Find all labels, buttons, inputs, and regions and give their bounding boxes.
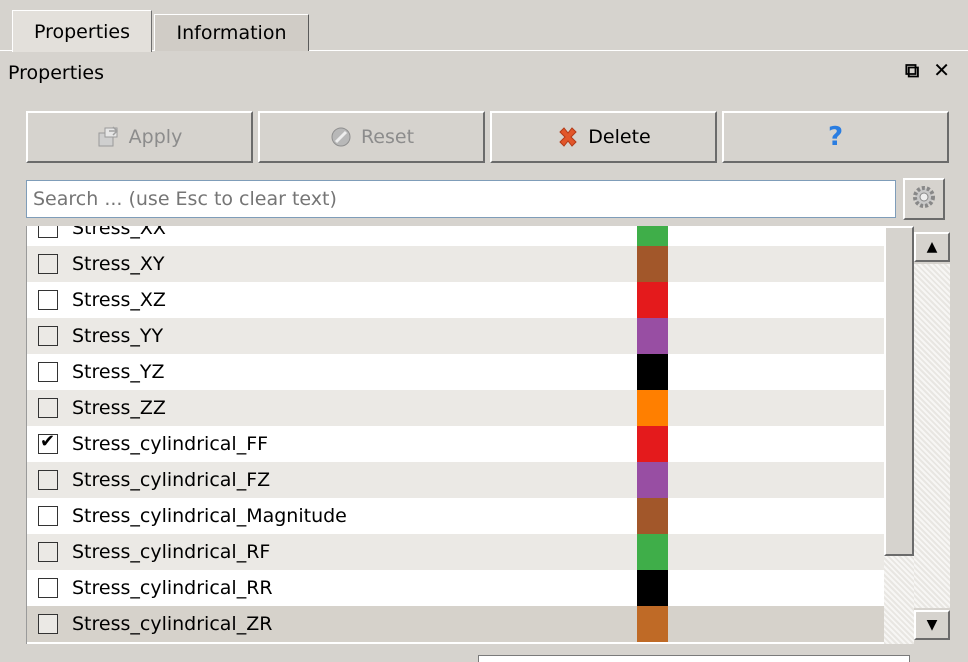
array-checkbox[interactable] [38, 470, 58, 490]
float-icon[interactable]: ⧉ [905, 58, 919, 82]
tab-information-label: Information [176, 22, 287, 44]
list-item[interactable]: Stress_cylindrical_ZR [27, 606, 884, 642]
array-checkbox[interactable] [38, 614, 58, 634]
color-swatch[interactable] [637, 498, 668, 534]
color-swatch[interactable] [637, 390, 668, 426]
list-item[interactable]: Stress_YZ [27, 354, 884, 390]
array-name-label: Stress_YY [72, 325, 164, 347]
color-swatch[interactable] [637, 354, 668, 390]
list-item[interactable]: Stress_cylindrical_RR [27, 570, 884, 606]
scroll-up-icon: ▲ [926, 239, 938, 255]
help-button[interactable]: ? [722, 111, 949, 163]
scroll-down-icon: ▼ [926, 617, 938, 633]
color-swatch[interactable] [637, 282, 668, 318]
array-name-label: Stress_cylindrical_RR [72, 577, 273, 599]
dock-controls: ⧉ ✕ [905, 58, 950, 82]
array-checkbox[interactable] [38, 431, 58, 454]
dock-title: Properties [8, 62, 105, 84]
help-question-icon: ? [827, 122, 844, 152]
array-name-label: Stress_YZ [72, 361, 165, 383]
bottom-field[interactable] [478, 655, 910, 662]
reset-button[interactable]: Reset [258, 111, 485, 163]
delete-x-icon [556, 125, 580, 149]
array-name-label: Stress_cylindrical_RF [72, 541, 271, 563]
array-rows: Stress_XX Stress_XY Stress_XZ Stress_YY Stre… [27, 226, 884, 642]
array-checkbox[interactable] [38, 398, 58, 418]
apply-button[interactable]: Apply [26, 111, 253, 163]
tab-information[interactable]: Information [154, 14, 309, 51]
scroll-down-button[interactable]: ▼ [914, 610, 950, 640]
properties-panel: Properties Information Properties ⧉ ✕ Ap… [0, 0, 968, 662]
search-input[interactable] [26, 180, 896, 218]
array-name-label: Stress_ZZ [72, 397, 166, 419]
color-swatch[interactable] [637, 462, 668, 498]
color-swatch[interactable] [637, 606, 668, 642]
list-item[interactable]: Stress_YY [27, 318, 884, 354]
array-checkbox[interactable] [38, 254, 58, 274]
color-swatch[interactable] [637, 318, 668, 354]
tab-properties[interactable]: Properties [12, 10, 152, 52]
reset-label: Reset [360, 126, 415, 148]
array-name-label: Stress_cylindrical_Magnitude [72, 505, 347, 527]
list-item[interactable]: Stress_cylindrical_FF [27, 426, 884, 462]
tab-strip: Properties Information [0, 0, 968, 52]
delete-button[interactable]: Delete [490, 111, 717, 163]
array-name-label: Stress_XY [72, 253, 165, 275]
delete-label: Delete [588, 126, 651, 148]
color-swatch[interactable] [637, 570, 668, 606]
array-name-label: Stress_cylindrical_ZR [72, 613, 273, 635]
array-checkbox[interactable] [38, 326, 58, 346]
array-checkbox[interactable] [38, 542, 58, 562]
color-swatch[interactable] [637, 534, 668, 570]
scroll-up-button[interactable]: ▲ [914, 232, 950, 262]
array-name-label: Stress_XX [72, 226, 166, 239]
close-icon[interactable]: ✕ [933, 58, 950, 82]
array-name-label: Stress_cylindrical_FF [72, 433, 269, 455]
array-checkbox[interactable] [38, 578, 58, 598]
apply-icon [97, 125, 121, 149]
tab-properties-label: Properties [33, 20, 131, 43]
list-item[interactable]: Stress_cylindrical_FZ [27, 462, 884, 498]
scrollbar-side-track [914, 264, 950, 608]
reset-icon [329, 125, 353, 149]
array-checkbox[interactable] [38, 226, 58, 238]
list-item[interactable]: Stress_XX [27, 226, 884, 246]
list-item[interactable]: Stress_XZ [27, 282, 884, 318]
array-checkbox[interactable] [38, 362, 58, 382]
scrollbar-thumb[interactable] [884, 226, 914, 556]
array-name-label: Stress_cylindrical_FZ [72, 469, 271, 491]
toolbar: Apply Reset Delete ? [26, 111, 949, 163]
color-swatch[interactable] [637, 426, 668, 462]
array-list: Stress_XX Stress_XY Stress_XZ Stress_YY Stre… [26, 226, 884, 644]
color-swatch[interactable] [637, 246, 668, 282]
gear-icon [910, 183, 938, 216]
apply-label: Apply [128, 126, 183, 148]
advanced-settings-button[interactable] [903, 178, 945, 220]
list-item[interactable]: Stress_cylindrical_RF [27, 534, 884, 570]
array-checkbox[interactable] [38, 290, 58, 310]
list-item[interactable]: Stress_ZZ [27, 390, 884, 426]
color-swatch[interactable] [637, 226, 668, 246]
list-item[interactable]: Stress_XY [27, 246, 884, 282]
array-name-label: Stress_XZ [72, 289, 166, 311]
array-checkbox[interactable] [38, 506, 58, 526]
list-item[interactable]: Stress_cylindrical_Magnitude [27, 498, 884, 534]
